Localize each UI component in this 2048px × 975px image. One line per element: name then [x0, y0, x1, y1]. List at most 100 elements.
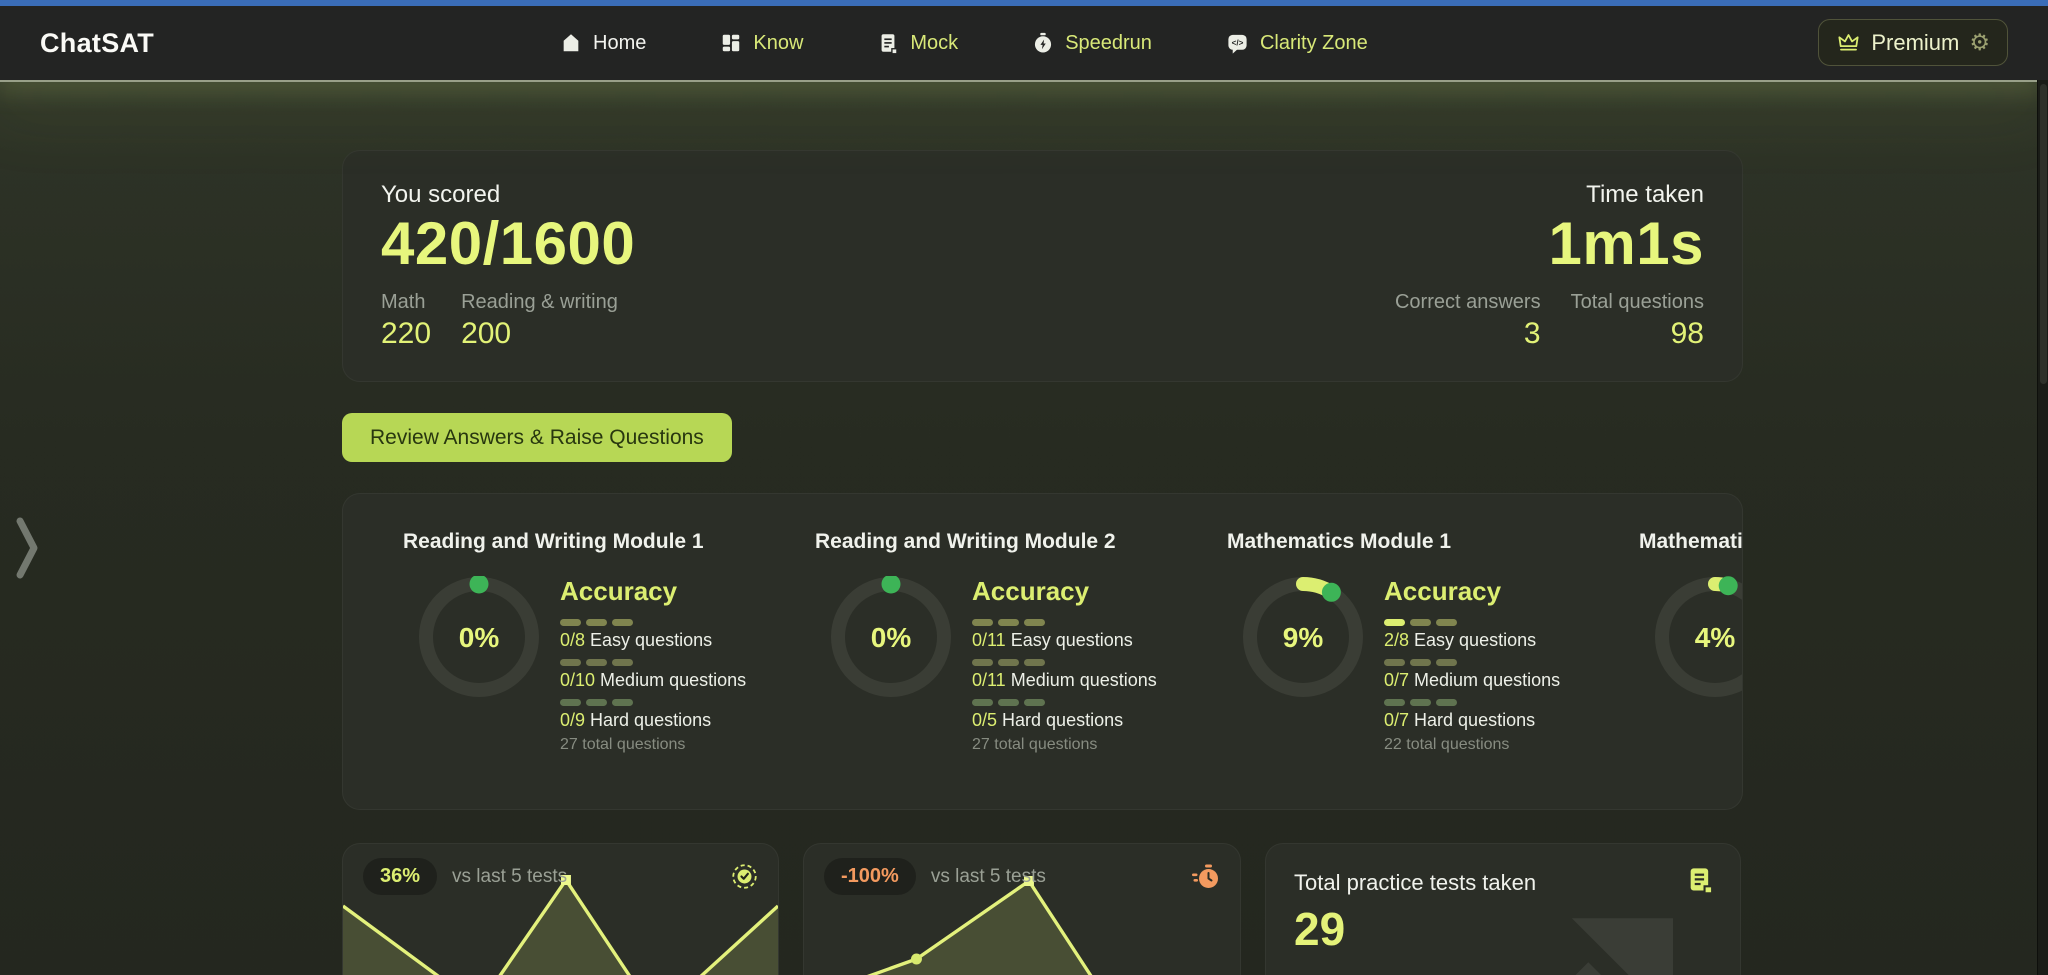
svg-text:9%: 9%	[1283, 622, 1324, 653]
trend-compare-label: vs last 5 tests	[452, 865, 568, 887]
difficulty-dash	[586, 699, 607, 706]
correct-answers: Correct answers 3	[1394, 291, 1541, 350]
difficulty-dash	[1410, 699, 1431, 706]
browser-loading-bar	[0, 0, 2048, 6]
difficulty-dash	[998, 619, 1019, 626]
total-questions: Total questions 98	[1570, 291, 1704, 350]
clarity-icon: </>	[1226, 32, 1249, 55]
difficulty-dash	[560, 699, 581, 706]
difficulty-dash	[586, 619, 607, 626]
difficulty-dash	[972, 699, 993, 706]
total-tests-card: Total practice tests taken 29	[1265, 843, 1741, 975]
reading-writing-score: Reading & writing 200	[461, 291, 618, 350]
difficulty-dash	[1024, 699, 1045, 706]
nav-item-label: Clarity Zone	[1259, 31, 1368, 54]
difficulty-dash	[1024, 619, 1045, 626]
nav-item-label: Mock	[910, 31, 959, 54]
stopwatch-icon	[1192, 864, 1220, 890]
review-answers-button[interactable]: Review Answers & Raise Questions	[342, 413, 732, 462]
total-questions-label: 22 total questions	[1384, 736, 1510, 753]
accuracy-gauge: 0%	[830, 574, 952, 698]
math-score: Math 220	[381, 291, 432, 350]
difficulty-dash	[1384, 699, 1405, 706]
difficulty-dash	[972, 619, 993, 626]
score-summary-card: You scored 420/1600 Math 220 Reading & w…	[342, 150, 1743, 382]
test-list-icon	[1686, 866, 1714, 899]
home-icon	[560, 32, 582, 54]
accuracy-label: Accuracy	[560, 576, 678, 606]
difficulty-dash	[612, 699, 633, 706]
difficulty-dash	[586, 659, 607, 666]
nav-item-clarity-zone[interactable]: </> Clarity Zone	[1226, 32, 1368, 55]
accuracy-gauge: 9%	[1242, 576, 1364, 698]
nav-glow-divider	[0, 80, 2037, 82]
trend-badge: 36%	[363, 858, 438, 895]
stat-line: 2/8 Easy questions	[1384, 630, 1537, 650]
accuracy-gauge: 0%	[418, 574, 540, 698]
stat-line: 0/9 Hard questions	[560, 710, 712, 730]
scrollbar-thumb[interactable]	[2039, 84, 2047, 384]
module-card: Mathematics Module 2 4%	[1627, 530, 1743, 754]
difficulty-dash	[998, 699, 1019, 706]
trend-compare-label: vs last 5 tests	[930, 865, 1046, 887]
nav-item-speedrun[interactable]: Speedrun	[1032, 32, 1152, 55]
accuracy-block: Accuracy 0/8 Easy questions 0/10 Medium qu…	[560, 576, 790, 754]
stat-line: 0/10 Medium questions	[560, 670, 747, 690]
top-nav: ChatSAT Home Know Mock Speedrun </> Clarity Z…	[0, 6, 2048, 80]
main-content: You scored 420/1600 Math 220 Reading & w…	[342, 86, 1743, 975]
svg-text:0%: 0%	[459, 622, 500, 653]
stat-line: 0/7 Medium questions	[1384, 670, 1561, 690]
nav-item-mock[interactable]: Mock	[877, 32, 958, 55]
nav-item-home[interactable]: Home	[560, 32, 646, 55]
module-title: Reading and Writing Module 1	[403, 530, 704, 553]
stat-line: 0/7 Hard questions	[1384, 710, 1536, 730]
mock-icon	[877, 32, 899, 54]
target-icon	[731, 863, 758, 890]
trend-badge: -100%	[824, 858, 916, 895]
difficulty-dash	[1436, 659, 1457, 666]
svg-text:4%: 4%	[1695, 622, 1736, 653]
stat-line: 0/11 Medium questions	[972, 670, 1157, 690]
difficulty-dash	[612, 659, 633, 666]
accuracy-gauge: 4%	[1654, 576, 1742, 698]
sidebar-expand-chevron-icon[interactable]	[12, 513, 42, 583]
module-title: Mathematics Module 2	[1639, 530, 1743, 553]
total-score: 420/1600	[381, 210, 636, 277]
nav-item-know[interactable]: Know	[720, 32, 803, 55]
difficulty-dash	[612, 619, 633, 626]
module-card: Reading and Writing Module 1 0% Accuracy 0/…	[391, 530, 803, 754]
accuracy-block: Accuracy 0/11 Easy questions 0/11 Medium q…	[972, 576, 1202, 754]
time-taken-label: Time taken	[1586, 181, 1704, 208]
difficulty-dash	[972, 659, 993, 666]
gear-icon[interactable]: ⚙	[1969, 31, 1990, 54]
crown-icon	[1836, 30, 1861, 55]
difficulty-dash	[1410, 619, 1431, 626]
difficulty-dash	[998, 659, 1019, 666]
modules-row: Reading and Writing Module 1 0% Accuracy 0/…	[391, 530, 1742, 754]
nav-items: Home Know Mock Speedrun </> Clarity Zone	[560, 6, 1368, 80]
nav-item-label: Speedrun	[1065, 31, 1152, 54]
stat-line: 0/8 Easy questions	[560, 630, 713, 650]
svg-text:0%: 0%	[871, 622, 912, 653]
page-scrollbar[interactable]	[2037, 80, 2048, 975]
difficulty-dash	[560, 659, 581, 666]
svg-text:</>: </>	[1232, 38, 1244, 47]
difficulty-dash	[1384, 659, 1405, 666]
module-card: Reading and Writing Module 2 0% Accuracy 0/…	[803, 530, 1215, 754]
accuracy-label: Accuracy	[1384, 576, 1502, 606]
difficulty-dash	[1384, 619, 1405, 626]
difficulty-dash	[1436, 619, 1457, 626]
nav-item-label: Know	[753, 31, 804, 54]
know-icon	[720, 32, 742, 54]
premium-button[interactable]: Premium ⚙	[1818, 19, 2008, 66]
brand-logo: ChatSAT	[40, 27, 155, 58]
difficulty-dash	[1410, 659, 1431, 666]
nav-item-label: Home	[593, 31, 647, 54]
module-title: Mathematics Module 1	[1227, 530, 1452, 553]
time-taken-value: 1m1s	[1548, 210, 1704, 277]
speedrun-icon	[1032, 32, 1054, 54]
modules-accuracy-card: Reading and Writing Module 1 0% Accuracy 0/…	[342, 493, 1743, 810]
module-card: Mathematics Module 1 9% Accuracy 2/8 Easy q…	[1215, 530, 1627, 754]
difficulty-dash	[1024, 659, 1045, 666]
total-questions-label: 27 total questions	[972, 736, 1098, 753]
